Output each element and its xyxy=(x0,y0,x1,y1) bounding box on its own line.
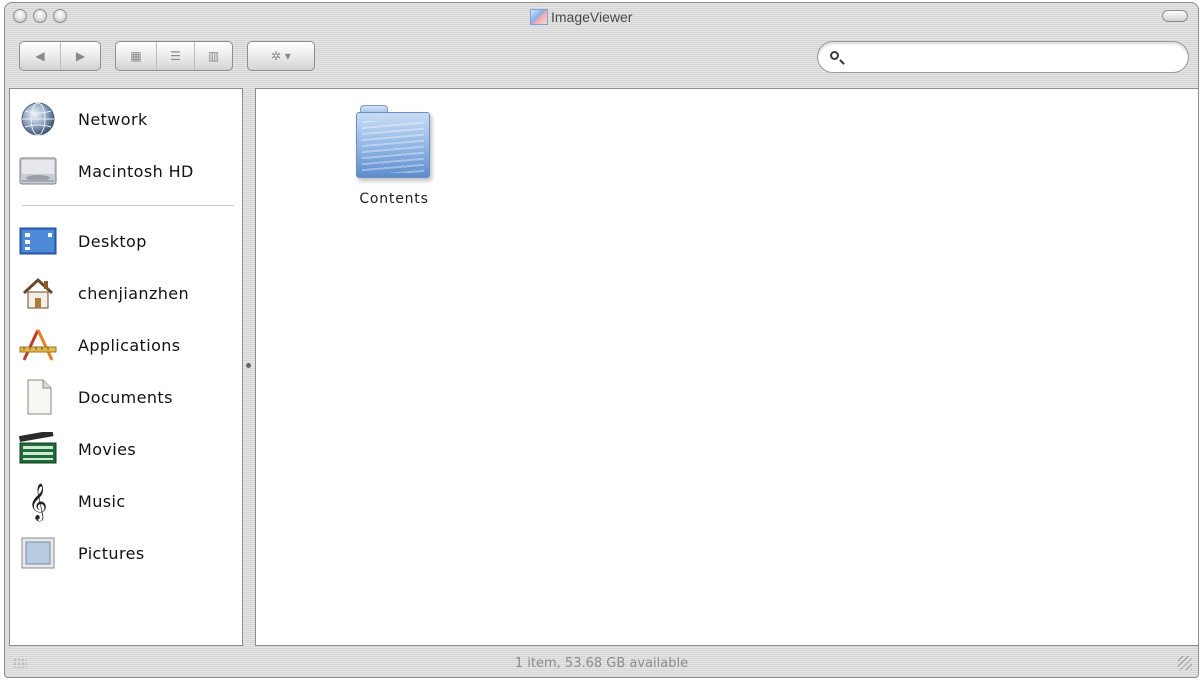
sidebar-item-label: Movies xyxy=(78,439,137,459)
action-menu-group: ✲ ▾ xyxy=(247,41,315,71)
search-input[interactable] xyxy=(848,47,1182,69)
sidebar-item-applications[interactable]: Applications xyxy=(10,321,242,369)
forward-button[interactable]: ▶ xyxy=(60,42,100,70)
window-title: ImageViewer xyxy=(551,9,633,25)
sidebar-separator xyxy=(22,205,234,206)
sidebar-item-label: Music xyxy=(78,491,126,511)
search-icon xyxy=(830,51,839,60)
sidebar-item-label: Desktop xyxy=(78,231,147,251)
sidebar-item-label: Network xyxy=(78,109,148,129)
sidebar-item-documents[interactable]: Documents xyxy=(10,373,242,421)
music-icon: 𝄞 xyxy=(28,482,48,520)
sidebar-item-macintosh-hd[interactable]: Macintosh HD xyxy=(10,147,242,195)
movies-icon xyxy=(18,430,58,468)
hard-drive-icon xyxy=(18,152,58,190)
documents-icon xyxy=(18,378,58,416)
window-title-area: ImageViewer xyxy=(530,7,632,27)
search-field[interactable] xyxy=(817,41,1189,73)
toolbar-toggle-button[interactable] xyxy=(1162,10,1188,22)
column-view-button[interactable]: ▥ xyxy=(194,42,232,70)
sidebar: Network Macintosh HD Desktop chenjianzhe… xyxy=(9,88,243,646)
sidebar-item-pictures[interactable]: Pictures xyxy=(10,529,242,577)
folder-item[interactable]: Contents xyxy=(344,103,444,213)
sidebar-item-movies[interactable]: Movies xyxy=(10,425,242,473)
finder-window: ImageViewer ◀ ▶ ▦ ☰ ▥ ✲ ▾ Network Macint… xyxy=(4,2,1199,678)
icon-view-button[interactable]: ▦ xyxy=(116,42,156,70)
back-arrow-icon: ◀ xyxy=(35,49,45,63)
image-viewer-app-icon xyxy=(530,9,548,25)
status-bar: 1 item, 53.68 GB available xyxy=(5,648,1198,677)
resize-handle-dot-icon xyxy=(246,363,251,368)
sidebar-item-network[interactable]: Network xyxy=(10,95,242,143)
gear-icon: ✲ ▾ xyxy=(271,49,291,63)
minimize-window-button[interactable] xyxy=(33,9,47,23)
sidebar-item-label: Pictures xyxy=(78,543,145,563)
window-resize-grip-icon[interactable] xyxy=(1178,656,1192,670)
back-button[interactable]: ◀ xyxy=(20,42,60,70)
icon-view-icon: ▦ xyxy=(130,49,142,63)
sidebar-item-home[interactable]: chenjianzhen xyxy=(10,269,242,317)
status-text: 1 item, 53.68 GB available xyxy=(514,655,689,671)
list-view-icon: ☰ xyxy=(170,49,181,63)
file-browser-area: Contents xyxy=(255,88,1198,646)
network-globe-icon xyxy=(18,100,58,138)
list-view-button[interactable]: ☰ xyxy=(156,42,194,70)
column-view-icon: ▥ xyxy=(207,49,220,63)
sidebar-item-desktop[interactable]: Desktop xyxy=(10,217,242,265)
sidebar-item-music[interactable]: 𝄞 Music xyxy=(10,477,242,525)
sidebar-item-label: Macintosh HD xyxy=(78,161,194,181)
folder-label: Contents xyxy=(359,191,429,207)
home-icon xyxy=(18,274,58,312)
sidebar-item-label: Documents xyxy=(78,387,173,407)
back-forward-group: ◀ ▶ xyxy=(19,41,101,71)
title-bar: ImageViewer xyxy=(5,3,1198,33)
applications-icon xyxy=(18,326,58,364)
sidebar-item-label: Applications xyxy=(78,335,181,355)
desktop-icon xyxy=(18,222,58,260)
close-window-button[interactable] xyxy=(13,9,27,23)
pictures-icon xyxy=(18,534,58,572)
action-menu-button[interactable]: ✲ ▾ xyxy=(248,42,314,70)
forward-arrow-icon: ▶ xyxy=(75,49,86,63)
sidebar-resize-handle[interactable] xyxy=(243,88,255,646)
zoom-window-button[interactable] xyxy=(53,9,67,23)
sidebar-item-label: chenjianzhen xyxy=(78,283,190,303)
status-bar-grip-icon xyxy=(13,658,27,668)
view-mode-group: ▦ ☰ ▥ xyxy=(115,41,233,71)
